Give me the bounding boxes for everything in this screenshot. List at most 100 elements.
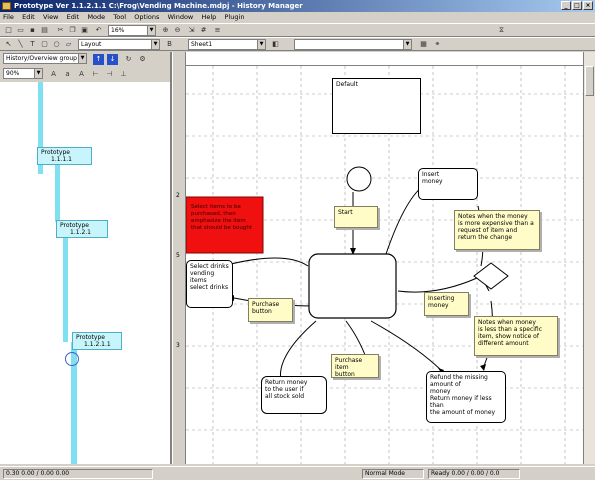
bold-icon[interactable]: B: [164, 39, 175, 50]
vertical-scrollbar[interactable]: [583, 52, 595, 464]
current-marker-icon: [65, 352, 79, 366]
panel-zoom-combo[interactable]: 90% ▼: [3, 68, 43, 79]
maximize-button[interactable]: □: [572, 1, 582, 10]
inserting-money-note[interactable]: Inserting money: [424, 292, 469, 316]
pointer-icon[interactable]: ↖: [3, 39, 14, 50]
align-right-icon[interactable]: ⊣: [104, 69, 115, 80]
history-node-title: Prototype: [76, 334, 105, 341]
chevron-down-icon: ▼: [403, 40, 411, 49]
arrow-down-icon[interactable]: ↓: [107, 54, 118, 65]
refund-box[interactable]: Refund the missing amount of money Retur…: [426, 371, 506, 423]
arrow-up-icon[interactable]: ↑: [93, 54, 104, 65]
menu-tool[interactable]: Tool: [110, 12, 129, 23]
history-node-version: 1.1.1.1: [51, 156, 72, 163]
decision-node[interactable]: [473, 262, 509, 290]
menu-plugin[interactable]: Plugin: [222, 12, 248, 23]
purchase-item-note[interactable]: Purchase item button: [331, 354, 379, 378]
ruler-mark: 5: [176, 252, 180, 259]
menu-window[interactable]: Window: [165, 12, 197, 23]
undo-icon[interactable]: ↶: [93, 25, 104, 36]
scroll-thumb[interactable]: [585, 66, 594, 96]
start-note[interactable]: Start: [334, 206, 378, 228]
change-note[interactable]: Notes when the money is more expensive t…: [454, 210, 540, 250]
drinks-box[interactable]: Select drinks vending items select drink…: [186, 260, 233, 308]
grid-icon[interactable]: #: [198, 25, 209, 36]
app-icon: [2, 2, 11, 10]
align-center-icon[interactable]: ⊥: [118, 69, 129, 80]
default-box[interactable]: Default: [332, 78, 421, 134]
print-icon[interactable]: ▤: [39, 25, 50, 36]
vertical-ruler: 2 5 3: [172, 52, 186, 464]
image-icon[interactable]: ▦: [418, 39, 429, 50]
box-icon[interactable]: ▢: [39, 39, 50, 50]
history-node-2[interactable]: Prototype 1.1.2.1: [56, 220, 108, 238]
insufficient-money-note[interactable]: Notes when money is less than a specific…: [474, 316, 558, 356]
menu-options[interactable]: Options: [131, 12, 162, 23]
status-mode: Normal Mode: [362, 469, 424, 479]
sheet-combo[interactable]: Sheet1 ▼: [188, 39, 266, 50]
new-icon[interactable]: □: [3, 25, 14, 36]
menu-view[interactable]: View: [40, 12, 61, 23]
history-panel-toolbar: History/Overview group ▼ ↑ ↓ ↻ ⚙: [0, 52, 170, 67]
diagram-canvas[interactable]: Default Select items to be purchased, th…: [186, 66, 583, 464]
settings-icon[interactable]: ⚙: [137, 54, 148, 65]
line-icon[interactable]: ╲: [15, 39, 26, 50]
tree-line: [55, 162, 60, 222]
save-icon[interactable]: ▪: [27, 25, 38, 36]
zoom-combo[interactable]: 16% ▼: [108, 25, 156, 36]
purchase-button-note[interactable]: Purchase button: [248, 298, 293, 322]
menu-edit-2[interactable]: Edit: [64, 12, 83, 23]
fill-icon[interactable]: ◧: [270, 39, 281, 50]
close-button[interactable]: ×: [583, 1, 593, 10]
chevron-down-icon: ▼: [151, 40, 159, 49]
circle-icon[interactable]: ○: [51, 39, 62, 50]
status-info: Ready 0.00 / 0.00 / 0.0: [428, 469, 520, 479]
history-node-version: 1.1.2.1: [70, 229, 91, 236]
menu-help[interactable]: Help: [198, 12, 219, 23]
menu-bar: File Edit View Edit Mode Tool Options Wi…: [0, 12, 595, 23]
align-left-icon[interactable]: ⊢: [90, 69, 101, 80]
history-node-title: Prototype: [60, 222, 89, 229]
font-size-icon[interactable]: A: [48, 69, 59, 80]
horizontal-ruler: [186, 52, 583, 66]
view-combo[interactable]: History/Overview group ▼: [3, 53, 87, 64]
zoom-out-icon[interactable]: ⊖: [172, 25, 183, 36]
cut-icon[interactable]: ✂: [55, 25, 66, 36]
copy-icon[interactable]: ❐: [67, 25, 78, 36]
tree-line: [63, 232, 68, 342]
status-coordinates: 0.30 0.00 / 0.00 0.00: [3, 469, 153, 479]
font-large-icon[interactable]: A: [76, 69, 87, 80]
text-icon[interactable]: T: [27, 39, 38, 50]
main-toolbar: □ ▭ ▪ ▤ ✂ ❐ ▣ ↶ 16% ▼ ⊕ ⊖ ⇲ # ≡ ⧖: [0, 23, 595, 37]
ruler-mark: 2: [176, 192, 180, 199]
default-box-text: Default: [336, 81, 358, 88]
menu-mode[interactable]: Mode: [84, 12, 108, 23]
fit-icon[interactable]: ⇲: [186, 25, 197, 36]
font-small-icon[interactable]: a: [62, 69, 73, 80]
property-combo[interactable]: ▼: [294, 39, 412, 50]
align-icon[interactable]: ≡: [212, 25, 223, 36]
sheet-combo-value: Sheet1: [191, 41, 213, 48]
layout-combo[interactable]: Layout ▼: [78, 39, 160, 50]
menu-edit[interactable]: Edit: [19, 12, 38, 23]
note-icon[interactable]: ▱: [63, 39, 74, 50]
return-money-box[interactable]: Return money to the user if all stock so…: [261, 376, 327, 414]
history-node-3[interactable]: Prototype 1.1.2.1.1: [72, 332, 122, 350]
insert-money-box[interactable]: Insert money: [418, 168, 478, 200]
menu-file[interactable]: File: [0, 12, 17, 23]
red-box-text: Select items to be purchased, then empha…: [191, 204, 252, 231]
minimize-button[interactable]: _: [561, 1, 571, 10]
start-node[interactable]: [346, 166, 372, 192]
main-process-box[interactable]: [308, 253, 397, 319]
history-node-1[interactable]: Prototype 1.1.1.1: [37, 147, 92, 165]
link-icon[interactable]: ⚭: [432, 39, 443, 50]
refresh-icon[interactable]: ↻: [123, 54, 134, 65]
ruler-mark: 3: [176, 342, 180, 349]
panel-zoom-value: 90%: [6, 70, 20, 77]
zoom-in-icon[interactable]: ⊕: [160, 25, 171, 36]
history-icon[interactable]: ⧖: [496, 25, 507, 36]
status-bar: 0.30 0.00 / 0.00 0.00 Normal Mode Ready …: [0, 466, 595, 480]
history-node-title: Prototype: [41, 149, 70, 156]
paste-icon[interactable]: ▣: [79, 25, 90, 36]
open-icon[interactable]: ▭: [15, 25, 26, 36]
